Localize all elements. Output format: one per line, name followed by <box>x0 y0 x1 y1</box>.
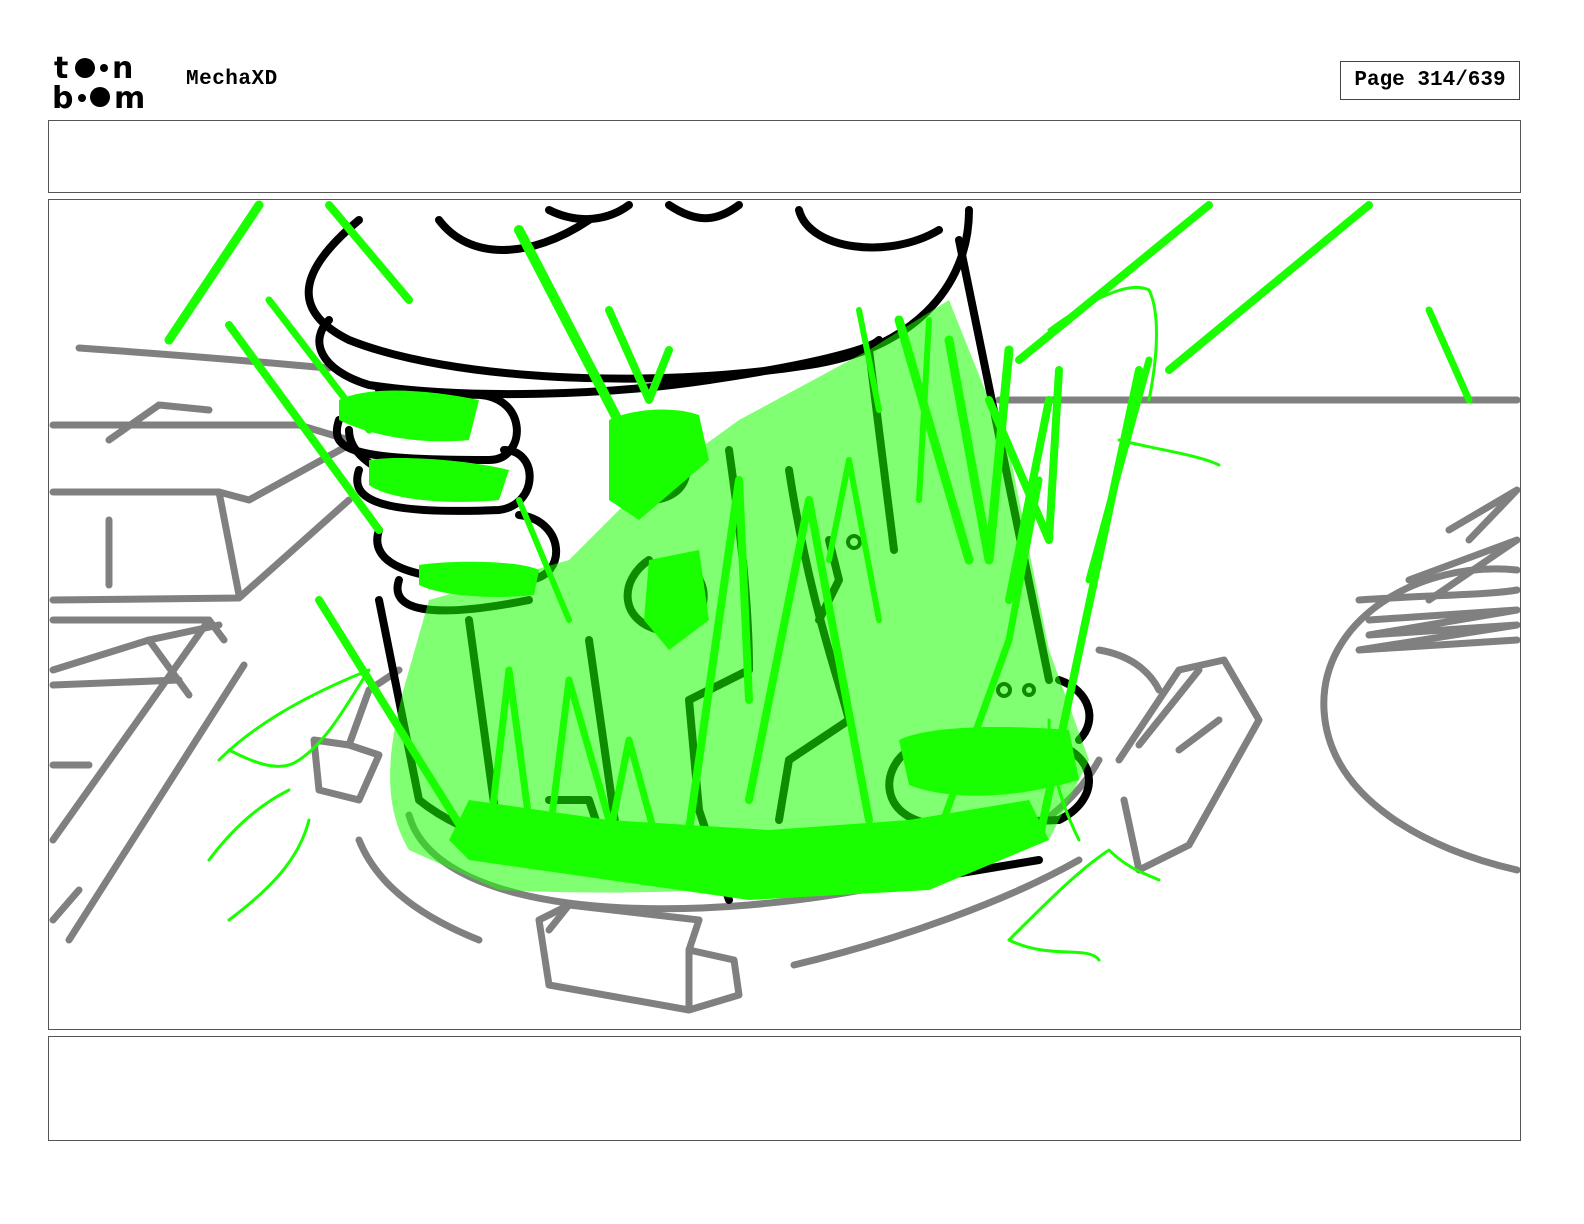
storyboard-panel-frame <box>48 199 1521 1030</box>
svg-text:m: m <box>114 81 145 112</box>
panel-caption-bottom <box>48 1036 1521 1141</box>
page-indicator: Page 314/639 <box>1340 61 1520 100</box>
project-title: MechaXD <box>186 68 278 91</box>
svg-text:b: b <box>52 81 73 112</box>
storyboard-sketch <box>49 200 1520 1014</box>
toon-boom-logo: t n b m <box>52 51 164 116</box>
panel-caption-top <box>48 120 1521 193</box>
